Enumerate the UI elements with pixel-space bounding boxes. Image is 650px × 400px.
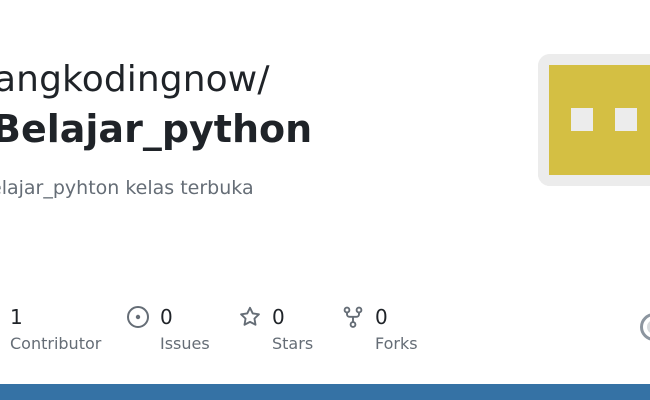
contributors-label: Contributor — [10, 334, 102, 353]
repo-social-card: angkodingnow/ Belajar_python elajar_pyht… — [0, 0, 650, 400]
star-icon — [238, 305, 262, 329]
repo-owner[interactable]: angkodingnow/ — [0, 56, 270, 104]
issues-label: Issues — [160, 334, 210, 353]
contributors-count: 1 — [10, 305, 23, 329]
stars-count: 0 — [272, 305, 285, 329]
stars-label: Stars — [272, 334, 314, 353]
issues-count: 0 — [160, 305, 173, 329]
github-logo-icon — [640, 313, 650, 341]
repo-forked-icon — [341, 305, 365, 329]
stat-stars[interactable]: 0 Stars — [238, 302, 338, 358]
repo-name[interactable]: Belajar_python — [0, 104, 312, 154]
stat-issues[interactable]: 0 Issues — [126, 302, 236, 358]
identicon-icon — [538, 54, 650, 186]
issue-opened-icon — [126, 305, 150, 329]
stat-forks[interactable]: 0 Forks — [341, 302, 441, 358]
forks-label: Forks — [375, 334, 418, 353]
repo-stats: 1 Contributor 0 Issues 0 Stars 0 Forks — [0, 302, 650, 362]
repo-description: elajar_pyhton kelas terbuka — [0, 177, 254, 199]
owner-avatar[interactable] — [538, 54, 650, 186]
forks-count: 0 — [375, 305, 388, 329]
stat-contributors[interactable]: 1 Contributor — [10, 302, 120, 358]
language-color-bar — [0, 384, 650, 400]
